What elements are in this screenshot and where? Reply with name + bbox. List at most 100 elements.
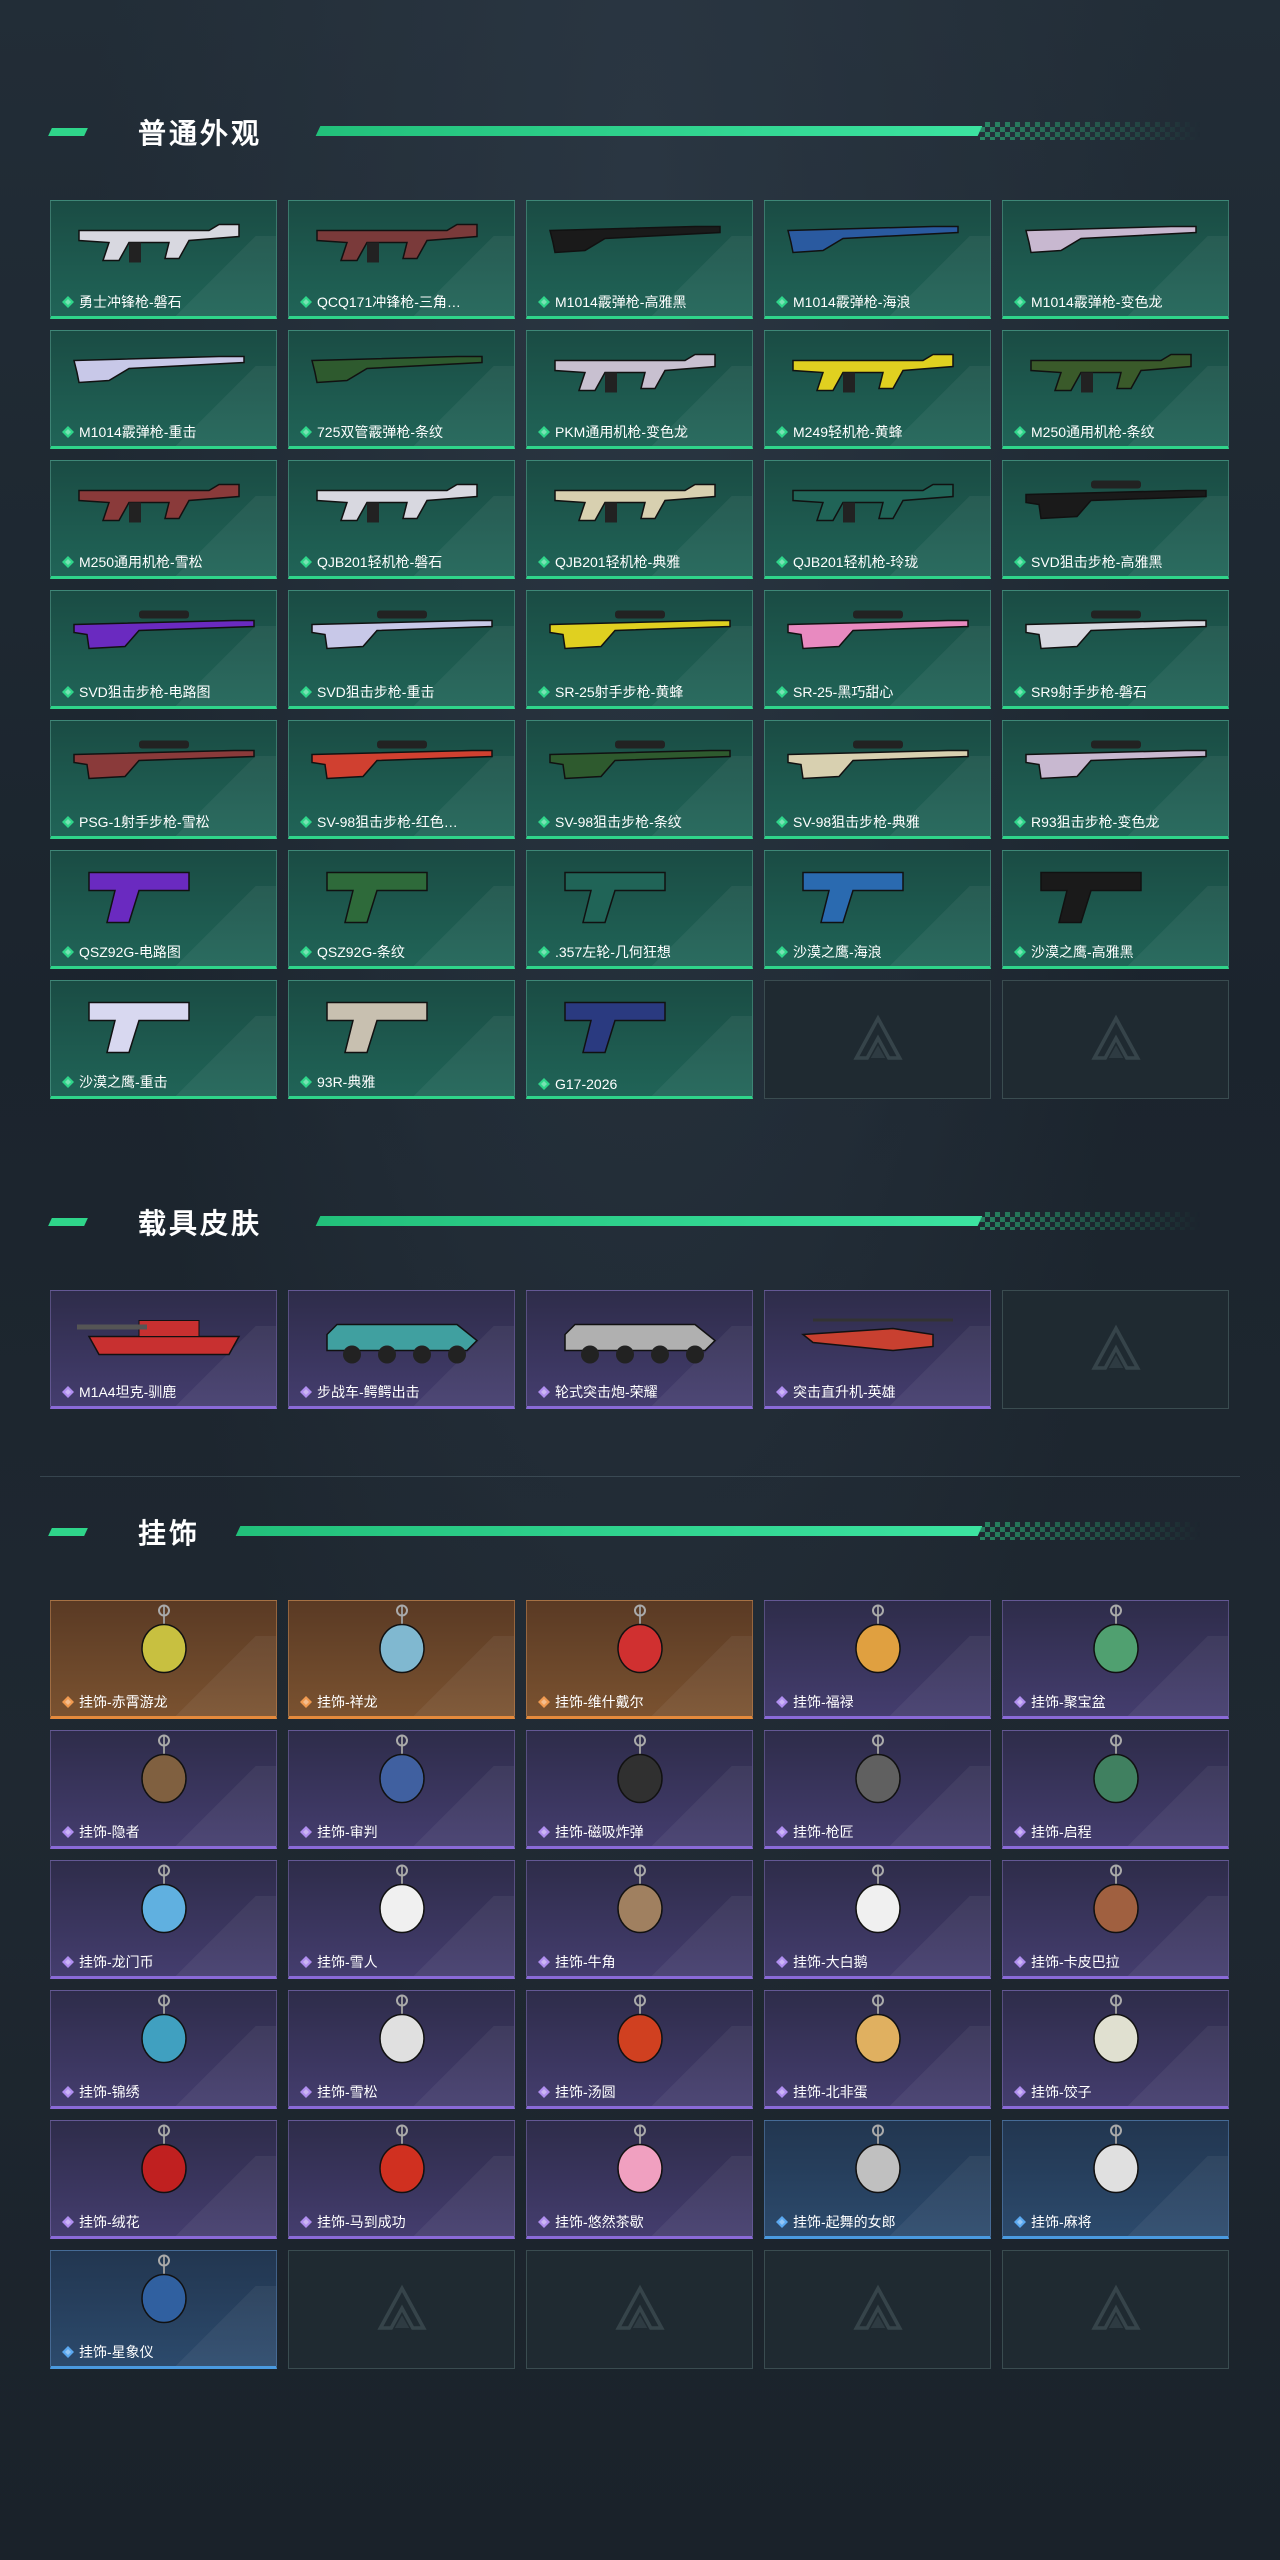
item-card[interactable]: 挂饰-星象仪 bbox=[50, 2250, 277, 2369]
item-card[interactable]: M1014霰弹枪-变色龙 bbox=[1002, 200, 1229, 319]
item-card[interactable]: 挂饰-龙门币 bbox=[50, 1860, 277, 1979]
item-card[interactable]: PKM通用机枪-变色龙 bbox=[526, 330, 753, 449]
item-card[interactable]: 挂饰-卡皮巴拉 bbox=[1002, 1860, 1229, 1979]
item-card[interactable]: 挂饰-汤圆 bbox=[526, 1990, 753, 2109]
item-name: M1014霰弹枪-高雅黑 bbox=[555, 294, 687, 310]
item-card[interactable]: M250通用机枪-条纹 bbox=[1002, 330, 1229, 449]
item-label: 勇士冲锋枪-磐石 bbox=[61, 292, 270, 312]
item-card[interactable]: M1014霰弹枪-高雅黑 bbox=[526, 200, 753, 319]
item-card[interactable]: 步战车-鳄鳄出击 bbox=[288, 1290, 515, 1409]
rarity-diamond-icon bbox=[300, 1696, 312, 1708]
rarity-diamond-icon bbox=[776, 2216, 788, 2228]
item-card[interactable]: 挂饰-雪松 bbox=[288, 1990, 515, 2109]
item-name: 沙漠之鹰-海浪 bbox=[793, 944, 882, 960]
item-card[interactable]: 沙漠之鹰-重击 bbox=[50, 980, 277, 1099]
pistol-icon bbox=[307, 851, 497, 936]
item-card[interactable]: M1A4坦克-驯鹿 bbox=[50, 1290, 277, 1409]
item-card[interactable]: QJB201轻机枪-玲珑 bbox=[764, 460, 991, 579]
machine-gun-icon bbox=[545, 461, 735, 546]
item-card[interactable]: 挂饰-磁吸炸弹 bbox=[526, 1730, 753, 1849]
item-card[interactable]: M1014霰弹枪-重击 bbox=[50, 330, 277, 449]
item-card[interactable]: QCQ171冲锋枪-三角… bbox=[288, 200, 515, 319]
item-card[interactable]: 挂饰-启程 bbox=[1002, 1730, 1229, 1849]
charm-grid: 挂饰-赤霄游龙 挂饰-祥龙 挂饰-维什戴尔 挂饰-福禄 挂饰-聚宝盆 挂饰-隐者… bbox=[50, 1600, 1229, 2369]
charm-icon bbox=[69, 1731, 259, 1816]
item-card[interactable]: PSG-1射手步枪-雪松 bbox=[50, 720, 277, 839]
item-card[interactable]: 挂饰-锦绣 bbox=[50, 1990, 277, 2109]
sniper-rifle-icon bbox=[307, 591, 497, 676]
item-card[interactable]: 突击直升机-英雄 bbox=[764, 1290, 991, 1409]
item-card[interactable]: 挂饰-马到成功 bbox=[288, 2120, 515, 2239]
item-name: 轮式突击炮-荣耀 bbox=[555, 1384, 658, 1400]
item-card[interactable]: 挂饰-麻将 bbox=[1002, 2120, 1229, 2239]
marksman-rifle-icon bbox=[545, 591, 735, 676]
item-card[interactable]: R93狙击步枪-变色龙 bbox=[1002, 720, 1229, 839]
item-card[interactable]: 挂饰-雪人 bbox=[288, 1860, 515, 1979]
charm-icon bbox=[783, 1991, 973, 2076]
item-card[interactable]: 挂饰-大白鹅 bbox=[764, 1860, 991, 1979]
item-card[interactable]: 挂饰-福禄 bbox=[764, 1600, 991, 1719]
machine-gun-icon bbox=[307, 461, 497, 546]
item-card[interactable]: M250通用机枪-雪松 bbox=[50, 460, 277, 579]
section-charms: 挂饰 挂饰-赤霄游龙 挂饰-祥龙 挂饰-维什戴尔 挂饰-福禄 挂饰-聚宝盆 挂饰… bbox=[0, 1500, 1280, 2369]
item-label: 挂饰-福禄 bbox=[775, 1692, 984, 1712]
item-card[interactable]: 挂饰-绒花 bbox=[50, 2120, 277, 2239]
item-card[interactable]: 沙漠之鹰-高雅黑 bbox=[1002, 850, 1229, 969]
rarity-diamond-icon bbox=[62, 686, 74, 698]
item-label: 挂饰-锦绣 bbox=[61, 2082, 270, 2102]
item-card[interactable]: SR-25射手步枪-黄蜂 bbox=[526, 590, 753, 709]
item-label: QSZ92G-条纹 bbox=[299, 942, 508, 962]
rarity-diamond-icon bbox=[300, 2086, 312, 2098]
item-card[interactable]: 挂饰-悠然茶歇 bbox=[526, 2120, 753, 2239]
item-card[interactable]: .357左轮-几何狂想 bbox=[526, 850, 753, 969]
logo-watermark-icon bbox=[852, 1014, 903, 1060]
item-card[interactable]: QSZ92G-条纹 bbox=[288, 850, 515, 969]
item-name: SVD狙击步枪-重击 bbox=[317, 684, 435, 700]
item-card[interactable]: QJB201轻机枪-磐石 bbox=[288, 460, 515, 579]
item-label: SV-98狙击步枪-典雅 bbox=[775, 812, 984, 832]
item-card[interactable]: SVD狙击步枪-电路图 bbox=[50, 590, 277, 709]
item-card[interactable]: 挂饰-隐者 bbox=[50, 1730, 277, 1849]
item-card[interactable]: 93R-典雅 bbox=[288, 980, 515, 1099]
item-label: 挂饰-绒花 bbox=[61, 2212, 270, 2232]
charm-icon bbox=[783, 1861, 973, 1946]
item-name: 挂饰-磁吸炸弹 bbox=[555, 1824, 644, 1840]
item-card[interactable]: SR-25-黑巧甜心 bbox=[764, 590, 991, 709]
item-card[interactable]: 挂饰-枪匠 bbox=[764, 1730, 991, 1849]
item-card[interactable]: 勇士冲锋枪-磐石 bbox=[50, 200, 277, 319]
item-card[interactable]: SVD狙击步枪-高雅黑 bbox=[1002, 460, 1229, 579]
item-label: 挂饰-饺子 bbox=[1013, 2082, 1222, 2102]
item-label: M250通用机枪-条纹 bbox=[1013, 422, 1222, 442]
charm-icon bbox=[783, 1601, 973, 1686]
machine-gun-icon bbox=[783, 331, 973, 416]
item-name: QJB201轻机枪-磐石 bbox=[317, 554, 443, 570]
header-checker-pattern bbox=[980, 1522, 1200, 1540]
item-card[interactable]: G17-2026 bbox=[526, 980, 753, 1099]
item-card[interactable]: SV-98狙击步枪-典雅 bbox=[764, 720, 991, 839]
item-card[interactable]: 725双管霰弹枪-条纹 bbox=[288, 330, 515, 449]
item-card[interactable]: 沙漠之鹰-海浪 bbox=[764, 850, 991, 969]
charm-icon bbox=[1021, 1861, 1211, 1946]
item-card[interactable]: 挂饰-赤霄游龙 bbox=[50, 1600, 277, 1719]
item-card[interactable]: 挂饰-维什戴尔 bbox=[526, 1600, 753, 1719]
item-label: M1014霰弹枪-重击 bbox=[61, 422, 270, 442]
item-name: PSG-1射手步枪-雪松 bbox=[79, 814, 210, 830]
item-card[interactable]: 挂饰-审判 bbox=[288, 1730, 515, 1849]
item-card[interactable]: 挂饰-起舞的女郎 bbox=[764, 2120, 991, 2239]
item-card[interactable]: QSZ92G-电路图 bbox=[50, 850, 277, 969]
item-card[interactable]: SR9射手步枪-磐石 bbox=[1002, 590, 1229, 709]
item-card[interactable]: SVD狙击步枪-重击 bbox=[288, 590, 515, 709]
item-card[interactable]: 挂饰-聚宝盆 bbox=[1002, 1600, 1229, 1719]
item-card[interactable]: 挂饰-饺子 bbox=[1002, 1990, 1229, 2109]
item-card[interactable]: M249轻机枪-黄蜂 bbox=[764, 330, 991, 449]
item-card[interactable]: SV-98狙击步枪-条纹 bbox=[526, 720, 753, 839]
item-card[interactable]: 挂饰-祥龙 bbox=[288, 1600, 515, 1719]
item-card[interactable]: 挂饰-牛角 bbox=[526, 1860, 753, 1979]
item-label: 挂饰-启程 bbox=[1013, 1822, 1222, 1842]
item-name: 挂饰-赤霄游龙 bbox=[79, 1694, 168, 1710]
item-card[interactable]: 轮式突击炮-荣耀 bbox=[526, 1290, 753, 1409]
item-card[interactable]: M1014霰弹枪-海浪 bbox=[764, 200, 991, 319]
item-card[interactable]: 挂饰-北非蛋 bbox=[764, 1990, 991, 2109]
item-card[interactable]: SV-98狙击步枪-红色… bbox=[288, 720, 515, 839]
item-card[interactable]: QJB201轻机枪-典雅 bbox=[526, 460, 753, 579]
